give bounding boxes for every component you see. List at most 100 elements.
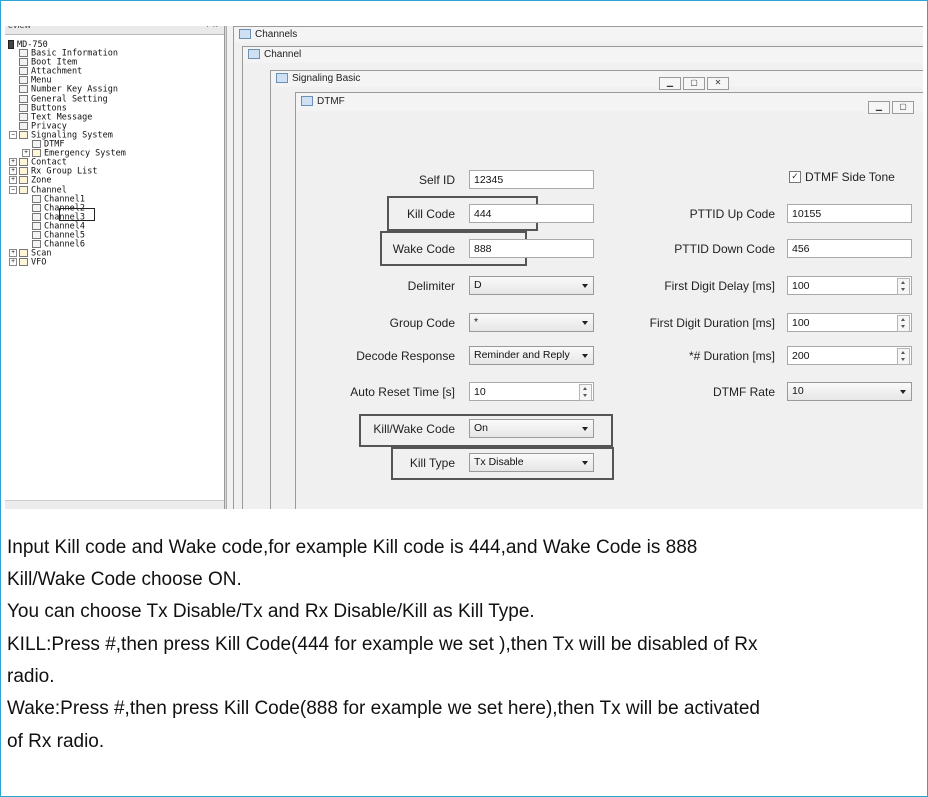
first-digit-delay-value: 100 (792, 280, 810, 292)
pttid-up-input[interactable]: 10155 (787, 204, 912, 223)
decode-response-label: Decode Response (356, 349, 455, 363)
hash-duration-input[interactable]: 200 (787, 346, 912, 365)
expand-icon[interactable]: + (9, 176, 17, 185)
kill-type-label: Kill Type (409, 456, 455, 470)
dtmf-rate-select[interactable]: 10 (787, 382, 912, 401)
tree-item-channel5[interactable]: Channel5 (5, 231, 224, 240)
expand-icon[interactable]: + (9, 249, 17, 258)
caption-line-1: Input Kill code and Wake code,for exampl… (7, 537, 698, 558)
first-digit-duration-label: First Digit Duration [ms] (649, 316, 775, 330)
channel-icon (32, 194, 41, 203)
dtmf-title: DTMF (317, 96, 345, 107)
tree-item-channel4[interactable]: Channel4 (5, 222, 224, 231)
group-code-value: * (474, 316, 479, 328)
tree-item-signaling-system[interactable]: − Signaling System (5, 131, 224, 140)
folder-icon (19, 185, 28, 194)
tree-item-channel1[interactable]: Channel1 (5, 195, 224, 204)
maximize-button[interactable]: ▢ (683, 77, 705, 90)
dtmf-rate-label: DTMF Rate (712, 385, 775, 399)
minimize-button[interactable]: ▁ (868, 101, 890, 114)
expand-icon[interactable]: + (9, 167, 17, 176)
caption-line-2: Kill/Wake Code choose ON. (7, 569, 242, 590)
wrench-icon (19, 49, 28, 58)
minimize-button[interactable]: ▁ (659, 77, 681, 90)
channel-icon (32, 203, 41, 212)
tree-header-controls[interactable]: + × (205, 26, 218, 30)
dtmf-side-tone-checkbox[interactable]: ✓ (789, 171, 801, 183)
kill-wake-select[interactable]: On (469, 419, 594, 438)
pttid-down-label: PTTID Down Code (674, 242, 775, 256)
collapse-icon[interactable]: − (9, 130, 17, 139)
decode-response-value: Reminder and Reply (474, 349, 570, 361)
kill-code-input[interactable]: 444 (469, 204, 594, 223)
tree-item-channel[interactable]: − Channel (5, 185, 224, 195)
expand-icon[interactable]: + (9, 258, 17, 267)
kill-wake-label: Kill/Wake Code (373, 422, 455, 436)
tree-item-vfo[interactable]: + VFO (5, 258, 224, 267)
tree-item-channel2[interactable]: Channel2 (5, 204, 224, 213)
caption-line-4: KILL:Press #,then press Kill Code(444 fo… (7, 634, 758, 655)
dtmf-window-controls: ▁ ▢ (866, 96, 914, 114)
tree-header-title: eview (8, 26, 31, 30)
auto-reset-input[interactable]: 10 (469, 382, 594, 401)
tree-scrollbar[interactable] (5, 500, 224, 509)
spinner-icon[interactable] (897, 315, 910, 332)
tree-header: eview + × (5, 26, 224, 35)
caption-line-6: Wake:Press #,then press Kill Code(888 fo… (7, 698, 760, 719)
decode-response-select[interactable]: Reminder and Reply (469, 346, 594, 365)
tree-item-channel3[interactable]: Channel3 (5, 213, 224, 222)
channel-icon (32, 212, 41, 221)
chevron-down-icon (582, 427, 588, 431)
window-icon (239, 29, 251, 40)
self-id-input[interactable]: 12345 (469, 170, 594, 189)
channel-icon (32, 221, 41, 230)
tree-list: MD-750 Basic Information Boot Item Attac… (5, 40, 224, 267)
keypad-icon (19, 85, 28, 94)
config-tree-panel: eview + × MD-750 Basic Information Boot … (5, 26, 225, 509)
first-digit-delay-input[interactable]: 100 (787, 276, 912, 295)
caption-line-7: of Rx radio. (7, 731, 105, 752)
wake-code-input[interactable]: 888 (469, 239, 594, 258)
lock-icon (19, 121, 28, 130)
group-code-label: Group Code (389, 316, 455, 330)
delimiter-select[interactable]: D (469, 276, 594, 295)
folder-icon (19, 176, 28, 185)
spinner-icon[interactable] (579, 384, 592, 401)
close-button[interactable]: ✕ (707, 77, 729, 90)
window-icon (301, 96, 313, 107)
caption-line-5: radio. (7, 666, 55, 687)
chevron-down-icon (900, 390, 906, 394)
page-icon (19, 58, 28, 67)
signaling-basic-title: Signaling Basic (292, 73, 361, 84)
group-code-select[interactable]: * (469, 313, 594, 332)
window-icon (248, 49, 260, 60)
self-id-label: Self ID (418, 173, 455, 187)
pttid-down-input[interactable]: 456 (787, 239, 912, 258)
dtmf-rate-value: 10 (792, 385, 804, 397)
settings-icon (19, 94, 28, 103)
channels-title: Channels (255, 29, 298, 40)
first-digit-duration-value: 100 (792, 317, 810, 329)
first-digit-duration-input[interactable]: 100 (787, 313, 912, 332)
first-digit-delay-label: First Digit Delay [ms] (664, 279, 775, 293)
folder-icon (32, 149, 41, 158)
kill-code-label: Kill Code (406, 207, 455, 221)
maximize-button[interactable]: ▢ (892, 101, 914, 114)
caption-line-3: You can choose Tx Disable/Tx and Rx Disa… (7, 601, 535, 622)
spinner-icon[interactable] (897, 348, 910, 365)
channel-titlebar: Channel (243, 47, 923, 63)
signaling-basic-titlebar: Signaling Basic (271, 71, 923, 87)
kill-type-select[interactable]: Tx Disable (469, 453, 594, 472)
dtmf-highlight-box (59, 208, 95, 221)
dtmf-side-tone-label: DTMF Side Tone (805, 170, 895, 184)
expand-icon[interactable]: + (22, 149, 30, 158)
window-icon (276, 73, 288, 84)
expand-icon[interactable]: + (9, 158, 17, 167)
channel-icon (32, 240, 41, 249)
folder-icon (19, 158, 28, 167)
spinner-icon[interactable] (897, 278, 910, 295)
phone-icon (32, 140, 41, 149)
chevron-down-icon (582, 461, 588, 465)
collapse-icon[interactable]: − (9, 185, 17, 194)
envelope-icon (19, 112, 28, 121)
